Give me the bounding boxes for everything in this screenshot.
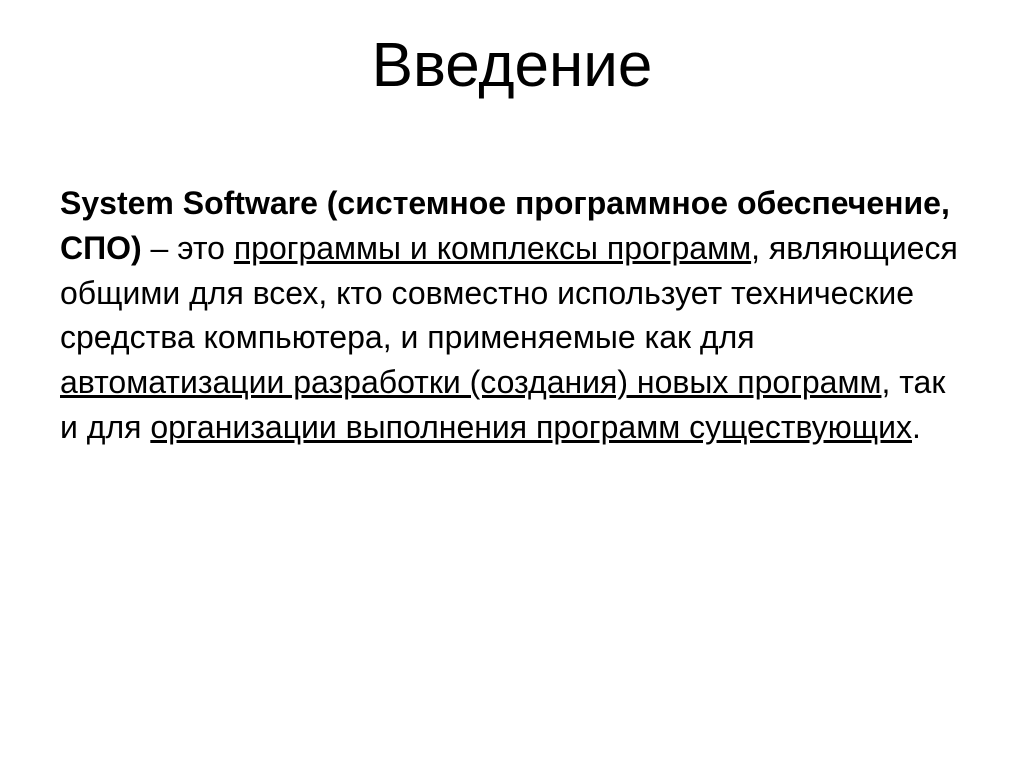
text-segment-4: . [912, 409, 921, 445]
text-segment-1: – это [142, 230, 234, 266]
slide-body: System Software (системное программное о… [60, 181, 964, 450]
slide-title: Введение [60, 30, 964, 101]
underline-text-1: программы и комплексы программ [234, 230, 751, 266]
underline-text-3: организации выполнения программ существу… [150, 409, 912, 445]
underline-text-2: автоматизации разработки (создания) новы… [60, 364, 881, 400]
